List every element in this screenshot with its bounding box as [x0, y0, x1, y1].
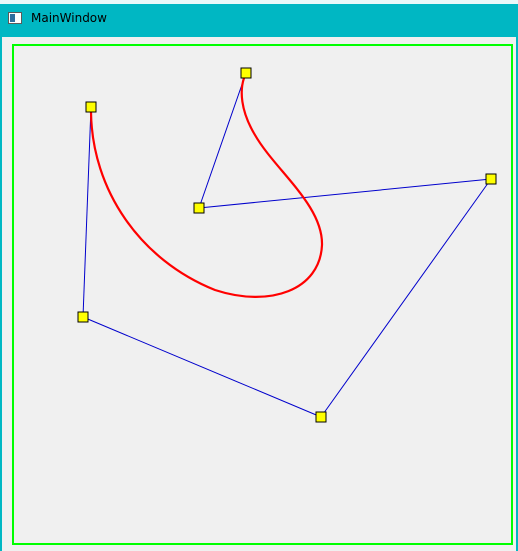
- control-line: [198, 178, 492, 209]
- canvas-frame: [12, 44, 513, 545]
- main-window: MainWindow: [0, 0, 518, 551]
- control-line: [82, 316, 322, 418]
- control-line: [198, 72, 247, 209]
- control-point-handle[interactable]: [315, 411, 327, 423]
- control-point-handle[interactable]: [193, 202, 205, 214]
- control-point-handle[interactable]: [85, 101, 97, 113]
- drawing-canvas[interactable]: [0, 0, 518, 551]
- control-point-handle[interactable]: [240, 67, 252, 79]
- control-line: [82, 106, 92, 318]
- control-point-handle[interactable]: [77, 311, 89, 323]
- control-line: [320, 178, 492, 418]
- control-point-handle[interactable]: [485, 173, 497, 185]
